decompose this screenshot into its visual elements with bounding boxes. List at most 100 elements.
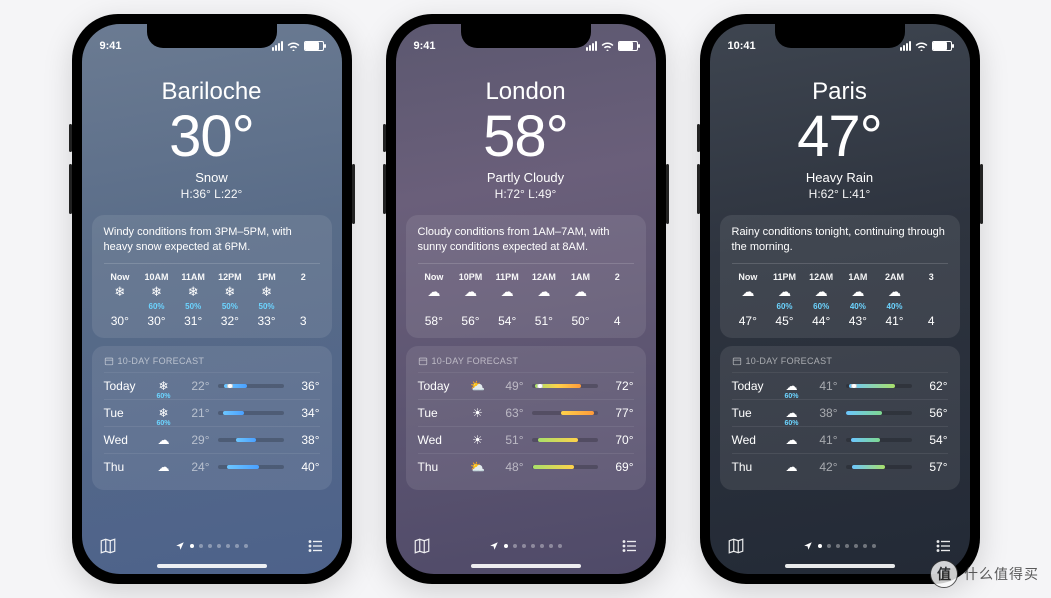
daily-row[interactable]: Tue ☀ 63° 77° — [418, 400, 634, 427]
hourly-item[interactable]: Now ☁ 47° — [732, 272, 765, 328]
day-high: 40° — [292, 460, 320, 474]
weather-icon: ☁60% — [782, 379, 802, 393]
hourly-item[interactable]: 11PM ☁ 60% 45° — [768, 272, 801, 328]
daily-row[interactable]: Wed ☀ 51° 70° — [418, 427, 634, 454]
phone-frame: 10:41 Paris 47° Heavy Rain H:62° L:41° R… — [700, 14, 980, 584]
hour-label: 2AM — [885, 272, 904, 282]
high-low: H:36° L:22° — [82, 187, 342, 201]
hourly-item[interactable]: 3 4 — [915, 272, 948, 328]
day-low: 63° — [496, 406, 524, 420]
weather-icon: ☁ — [815, 285, 828, 299]
hourly-item[interactable]: 1AM ☁ 50° — [564, 272, 597, 328]
hourly-item[interactable]: 10AM ❄︎ 60% 30° — [140, 272, 173, 328]
weather-hero: London 58° Partly Cloudy H:72° L:49° — [396, 60, 656, 215]
home-indicator[interactable] — [471, 564, 581, 568]
weather-icon: ⛅ — [468, 460, 488, 474]
weather-app-screen[interactable]: 9:41 London 58° Partly Cloudy H:72° L:49… — [396, 24, 656, 574]
hour-label: 12PM — [218, 272, 242, 282]
hour-temp: 41° — [885, 314, 903, 328]
map-button[interactable] — [412, 536, 432, 556]
daily-row[interactable]: Thu ☁ 24° 40° — [104, 454, 320, 480]
daily-row[interactable]: Thu ⛅ 48° 69° — [418, 454, 634, 480]
battery-icon — [618, 41, 638, 51]
hourly-item[interactable]: 2 3 — [287, 272, 320, 328]
summary-text: Windy conditions from 3PM–5PM, with heav… — [104, 225, 320, 264]
forecast-card[interactable]: 10-DAY FORECAST Today ❄︎60% 22° 36° Tue … — [92, 346, 332, 490]
hour-temp: 31° — [184, 314, 202, 328]
map-button[interactable] — [726, 536, 746, 556]
hourly-item[interactable]: 12PM ❄︎ 50% 32° — [214, 272, 247, 328]
day-name: Tue — [104, 406, 146, 420]
hour-label: 12AM — [809, 272, 833, 282]
day-low: 29° — [182, 433, 210, 447]
signal-icon — [900, 41, 911, 51]
hour-label: 2 — [615, 272, 620, 282]
hourly-scroll[interactable]: Now ☁ 47° 11PM ☁ 60% 45° 12AM ☁ 60% 44° … — [732, 272, 948, 328]
condition-label: Snow — [82, 170, 342, 185]
location-icon — [175, 541, 185, 551]
home-indicator[interactable] — [785, 564, 895, 568]
daily-row[interactable]: Tue ❄︎60% 21° 34° — [104, 400, 320, 427]
condition-label: Partly Cloudy — [396, 170, 656, 185]
hourly-scroll[interactable]: Now ❄︎ 30° 10AM ❄︎ 60% 30° 11AM ❄︎ 50% 3… — [104, 272, 320, 328]
weather-icon: ❄︎ — [224, 285, 235, 299]
day-high: 54° — [920, 433, 948, 447]
map-button[interactable] — [98, 536, 118, 556]
page-dots[interactable] — [803, 541, 876, 551]
day-name: Tue — [418, 406, 460, 420]
signal-icon — [586, 41, 597, 51]
daily-row[interactable]: Tue ☁60% 38° 56° — [732, 400, 948, 427]
hourly-card[interactable]: Cloudy conditions from 1AM–7AM, with sun… — [406, 215, 646, 338]
hour-label: 2 — [301, 272, 306, 282]
daily-row[interactable]: Today ⛅ 49° 72° — [418, 373, 634, 400]
hourly-card[interactable]: Rainy conditions tonight, continuing thr… — [720, 215, 960, 338]
hour-label: 10PM — [459, 272, 483, 282]
page-dots[interactable] — [175, 541, 248, 551]
day-name: Tue — [732, 406, 774, 420]
list-button[interactable] — [934, 536, 954, 556]
hourly-item[interactable]: 11PM ☁ 54° — [491, 272, 524, 328]
hourly-item[interactable]: Now ☁ 58° — [418, 272, 451, 328]
wifi-icon — [601, 41, 614, 51]
day-name: Today — [418, 379, 460, 393]
weather-app-screen[interactable]: 9:41 Bariloche 30° Snow H:36° L:22° Wind… — [82, 24, 342, 574]
hourly-item[interactable]: 12AM ☁ 60% 44° — [805, 272, 838, 328]
hourly-item[interactable]: 2AM ☁ 40% 41° — [878, 272, 911, 328]
weather-icon: ☁ — [154, 433, 174, 447]
weather-icon: ❄︎ — [114, 285, 125, 299]
hourly-card[interactable]: Windy conditions from 3PM–5PM, with heav… — [92, 215, 332, 338]
hour-temp: 30° — [147, 314, 165, 328]
hourly-item[interactable]: 12AM ☁ 51° — [528, 272, 561, 328]
daily-row[interactable]: Today ❄︎60% 22° 36° — [104, 373, 320, 400]
hourly-item[interactable]: 10PM ☁ 56° — [454, 272, 487, 328]
daily-row[interactable]: Wed ☁ 29° 38° — [104, 427, 320, 454]
weather-icon: ☀ — [468, 433, 488, 447]
hourly-item[interactable]: 1PM ❄︎ 50% 33° — [250, 272, 283, 328]
list-button[interactable] — [306, 536, 326, 556]
watermark: 值 什么值得买 — [930, 560, 1039, 588]
hour-temp: 3 — [300, 314, 307, 328]
temp-range-bar — [218, 465, 284, 469]
day-name: Thu — [732, 460, 774, 474]
daily-row[interactable]: Thu ☁ 42° 57° — [732, 454, 948, 480]
list-button[interactable] — [620, 536, 640, 556]
page-dots[interactable] — [489, 541, 562, 551]
day-precip: 60% — [784, 393, 798, 400]
weather-app-screen[interactable]: 10:41 Paris 47° Heavy Rain H:62° L:41° R… — [710, 24, 970, 574]
daily-row[interactable]: Wed ☁ 41° 54° — [732, 427, 948, 454]
forecast-card[interactable]: 10-DAY FORECAST Today ☁60% 41° 62° Tue ☁… — [720, 346, 960, 490]
weather-icon: ⛅ — [468, 379, 488, 393]
hourly-item[interactable]: Now ❄︎ 30° — [104, 272, 137, 328]
hourly-item[interactable]: 1AM ☁ 40% 43° — [842, 272, 875, 328]
hourly-item[interactable]: 2 4 — [601, 272, 634, 328]
home-indicator[interactable] — [157, 564, 267, 568]
weather-icon: ☁ — [888, 285, 901, 299]
day-precip: 60% — [784, 420, 798, 427]
day-name: Wed — [104, 433, 146, 447]
forecast-card[interactable]: 10-DAY FORECAST Today ⛅ 49° 72° Tue ☀ 63… — [406, 346, 646, 490]
hourly-scroll[interactable]: Now ☁ 58° 10PM ☁ 56° 11PM ☁ 54° 12AM ☁ 5… — [418, 272, 634, 328]
hourly-item[interactable]: 11AM ❄︎ 50% 31° — [177, 272, 210, 328]
temp-range-bar — [532, 384, 598, 388]
daily-row[interactable]: Today ☁60% 41° 62° — [732, 373, 948, 400]
day-name: Thu — [418, 460, 460, 474]
